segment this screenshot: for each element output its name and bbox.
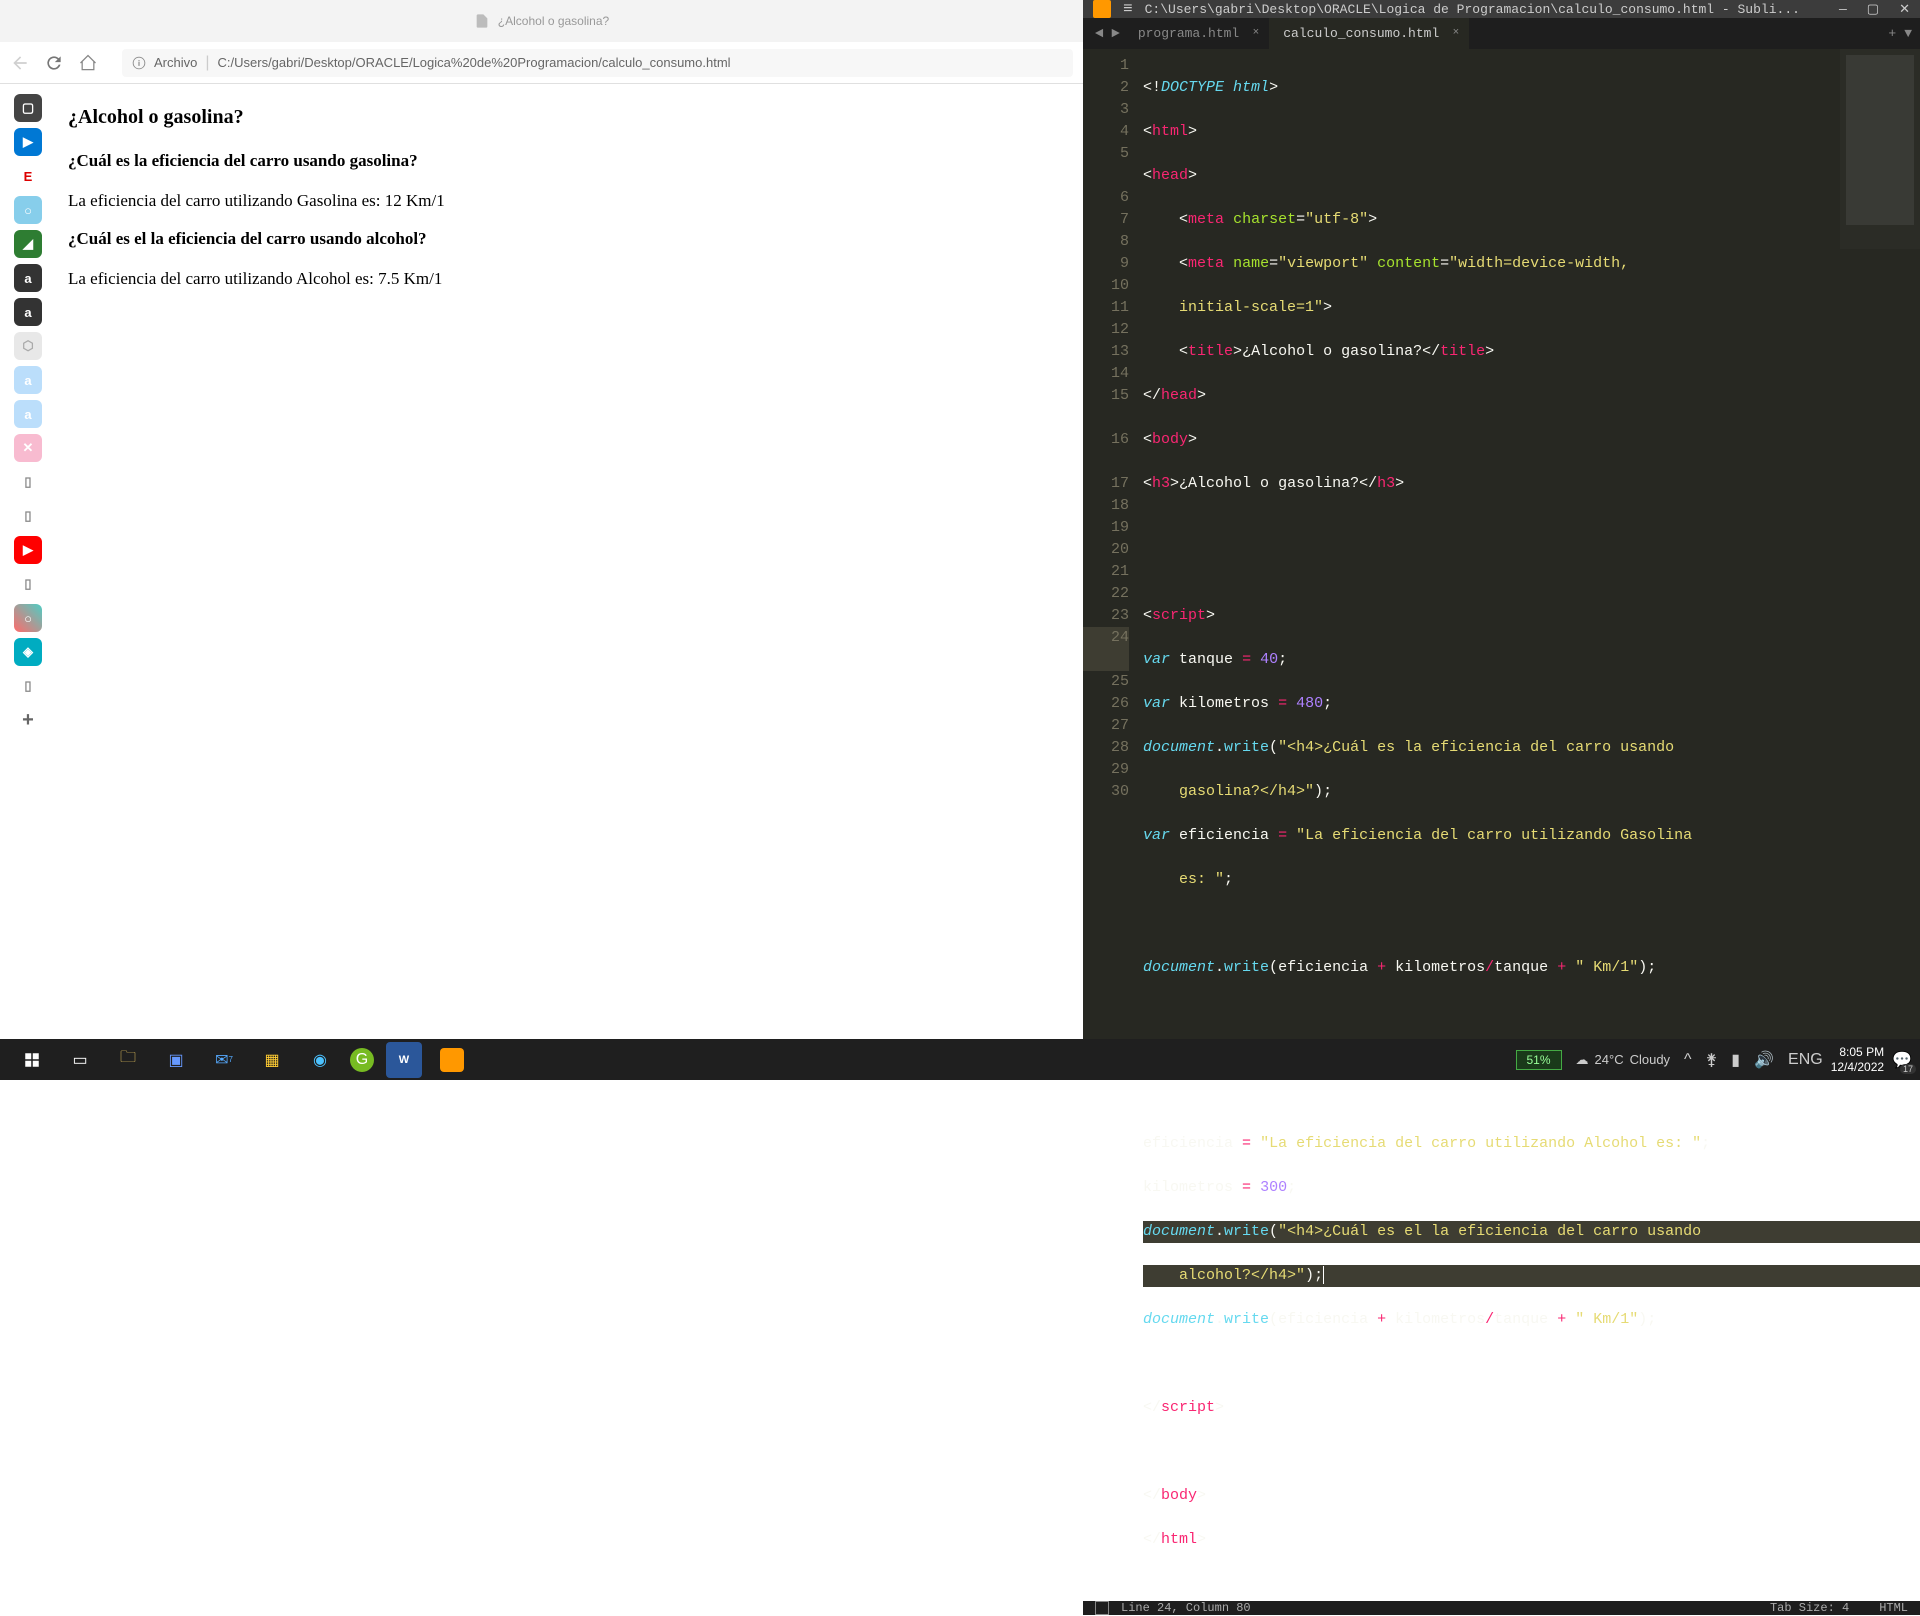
start-button[interactable] <box>14 1042 50 1078</box>
file-explorer-icon[interactable]: 🗀 <box>110 1042 146 1078</box>
minimap[interactable] <box>1840 49 1920 249</box>
volume-icon[interactable]: 🔊 <box>1754 1050 1774 1070</box>
page-text: La eficiencia del carro utilizando Alcoh… <box>68 269 1071 289</box>
sidebar-item[interactable]: ▯ <box>14 468 42 496</box>
sidebar-item[interactable]: a <box>14 366 42 394</box>
battery-indicator[interactable]: 51% <box>1516 1050 1562 1070</box>
sidebar-item[interactable]: ⬡ <box>14 332 42 360</box>
sidebar-add[interactable]: + <box>14 706 42 734</box>
sidebar-item[interactable]: ▯ <box>14 502 42 530</box>
browser-tab-title: ¿Alcohol o gasolina? <box>498 14 609 28</box>
refresh-button[interactable] <box>44 53 64 73</box>
tab-prev-icon[interactable]: ◄ <box>1091 26 1107 42</box>
weather-widget[interactable]: ☁ 24°C Cloudy <box>1576 1052 1671 1068</box>
sidebar-item[interactable]: ▯ <box>14 570 42 598</box>
system-tray: ^ ⚵ ▮ 🔊 ENG <box>1684 1050 1823 1070</box>
sidebar-item[interactable]: ▶ <box>14 128 42 156</box>
store-icon[interactable]: ▣ <box>158 1042 194 1078</box>
home-button[interactable] <box>78 53 98 73</box>
battery-icon[interactable]: ▮ <box>1731 1050 1740 1070</box>
wifi-icon[interactable]: ⚵ <box>1706 1050 1718 1070</box>
code-area[interactable]: <!DOCTYPE html> <html> <head> <meta char… <box>1139 49 1920 1601</box>
minimize-button[interactable]: — <box>1839 2 1847 17</box>
tab-calculo[interactable]: calculo_consumo.html× <box>1269 18 1469 49</box>
url-scheme: Archivo <box>154 55 197 70</box>
tab-dropdown-icon[interactable]: ▼ <box>1904 26 1912 41</box>
page-content: ¿Alcohol o gasolina? ¿Cuál es la eficien… <box>56 84 1083 1039</box>
browser-sidebar: ▢ ▶ E ○ ◢ a a ⬡ a a ✕ ▯ ▯ ▶ ▯ ○ ◈ ▯ + <box>0 84 56 1039</box>
sublime-titlebar: ≡ C:\Users\gabri\Desktop\ORACLE\Logica d… <box>1083 0 1920 18</box>
sublime-logo-icon <box>1093 0 1111 18</box>
sublime-taskbar-icon[interactable] <box>440 1048 464 1072</box>
page-text: La eficiencia del carro utilizando Gasol… <box>68 191 1071 211</box>
browser-toolbar: Archivo | C:/Users/gabri/Desktop/ORACLE/… <box>0 42 1083 84</box>
tab-programa[interactable]: programa.html× <box>1124 18 1269 49</box>
url-separator: | <box>205 54 209 72</box>
sidebar-item[interactable]: ▢ <box>14 94 42 122</box>
address-bar[interactable]: Archivo | C:/Users/gabri/Desktop/ORACLE/… <box>122 49 1073 77</box>
page-icon <box>474 13 490 29</box>
url-path: C:/Users/gabri/Desktop/ORACLE/Logica%20d… <box>218 55 731 70</box>
browser-window: ¿Alcohol o gasolina? Archivo | C:/Users/… <box>0 0 1083 1039</box>
sidebar-item[interactable]: ✕ <box>14 434 42 462</box>
tab-close-icon[interactable]: × <box>1453 27 1460 39</box>
notes-icon[interactable]: ▦ <box>254 1042 290 1078</box>
new-tab-icon[interactable]: + <box>1888 26 1896 41</box>
menu-icon[interactable]: ≡ <box>1123 0 1133 18</box>
sublime-window: ≡ C:\Users\gabri\Desktop\ORACLE\Logica d… <box>1083 0 1920 1039</box>
tab-close-icon[interactable]: × <box>1253 27 1260 39</box>
sidebar-item[interactable]: ▶ <box>14 536 42 564</box>
panel-icon[interactable] <box>1095 1601 1109 1615</box>
page-subheading: ¿Cuál es la eficiencia del carro usando … <box>68 151 1071 171</box>
language-indicator[interactable]: ENG <box>1788 1051 1823 1069</box>
sidebar-item[interactable]: ○ <box>14 604 42 632</box>
syntax-mode[interactable]: HTML <box>1879 1601 1908 1615</box>
status-bar: Line 24, Column 80 Tab Size: 4 HTML <box>1083 1601 1920 1615</box>
page-heading: ¿Alcohol o gasolina? <box>68 106 1071 129</box>
notifications-icon[interactable]: 💬17 <box>1892 1050 1912 1070</box>
sidebar-item[interactable]: a <box>14 264 42 292</box>
weather-icon: ☁ <box>1576 1052 1589 1068</box>
page-subheading: ¿Cuál es el la eficiencia del carro usan… <box>68 229 1071 249</box>
word-icon[interactable]: W <box>386 1042 422 1078</box>
line-gutter: 12345 6789101112131415 16 17181920212223… <box>1083 49 1139 1601</box>
tab-bar: ◄ ► programa.html× calculo_consumo.html×… <box>1083 18 1920 49</box>
sidebar-item[interactable]: E <box>14 162 42 190</box>
close-button[interactable]: ✕ <box>1899 2 1910 17</box>
gog-icon[interactable]: G <box>350 1048 374 1072</box>
sidebar-item[interactable]: a <box>14 400 42 428</box>
browser-body: ▢ ▶ E ○ ◢ a a ⬡ a a ✕ ▯ ▯ ▶ ▯ ○ ◈ ▯ + ¿A… <box>0 84 1083 1039</box>
maximize-button[interactable]: ▢ <box>1867 2 1879 17</box>
back-button[interactable] <box>10 53 30 73</box>
sidebar-item[interactable]: ▯ <box>14 672 42 700</box>
info-icon <box>132 56 146 70</box>
browser-titlebar: ¿Alcohol o gasolina? <box>0 0 1083 42</box>
sidebar-item[interactable]: ◢ <box>14 230 42 258</box>
edge-icon[interactable]: ◉ <box>302 1042 338 1078</box>
tab-next-icon[interactable]: ► <box>1107 26 1123 42</box>
sidebar-item[interactable]: a <box>14 298 42 326</box>
mail-icon[interactable]: ✉7 <box>206 1042 242 1078</box>
cursor-position: Line 24, Column 80 <box>1121 1601 1251 1615</box>
taskbar: ▭ 🗀 ▣ ✉7 ▦ ◉ G W 51% ☁ 24°C Cloudy ^ ⚵ ▮… <box>0 1039 1920 1080</box>
sidebar-item[interactable]: ○ <box>14 196 42 224</box>
task-view-icon[interactable]: ▭ <box>62 1042 98 1078</box>
editor[interactable]: 12345 6789101112131415 16 17181920212223… <box>1083 49 1920 1601</box>
tray-chevron-icon[interactable]: ^ <box>1684 1051 1692 1069</box>
clock[interactable]: 8:05 PM 12/4/2022 <box>1831 1045 1884 1075</box>
sidebar-item[interactable]: ◈ <box>14 638 42 666</box>
window-title: C:\Users\gabri\Desktop\ORACLE\Logica de … <box>1145 2 1827 17</box>
tab-size[interactable]: Tab Size: 4 <box>1770 1601 1849 1615</box>
